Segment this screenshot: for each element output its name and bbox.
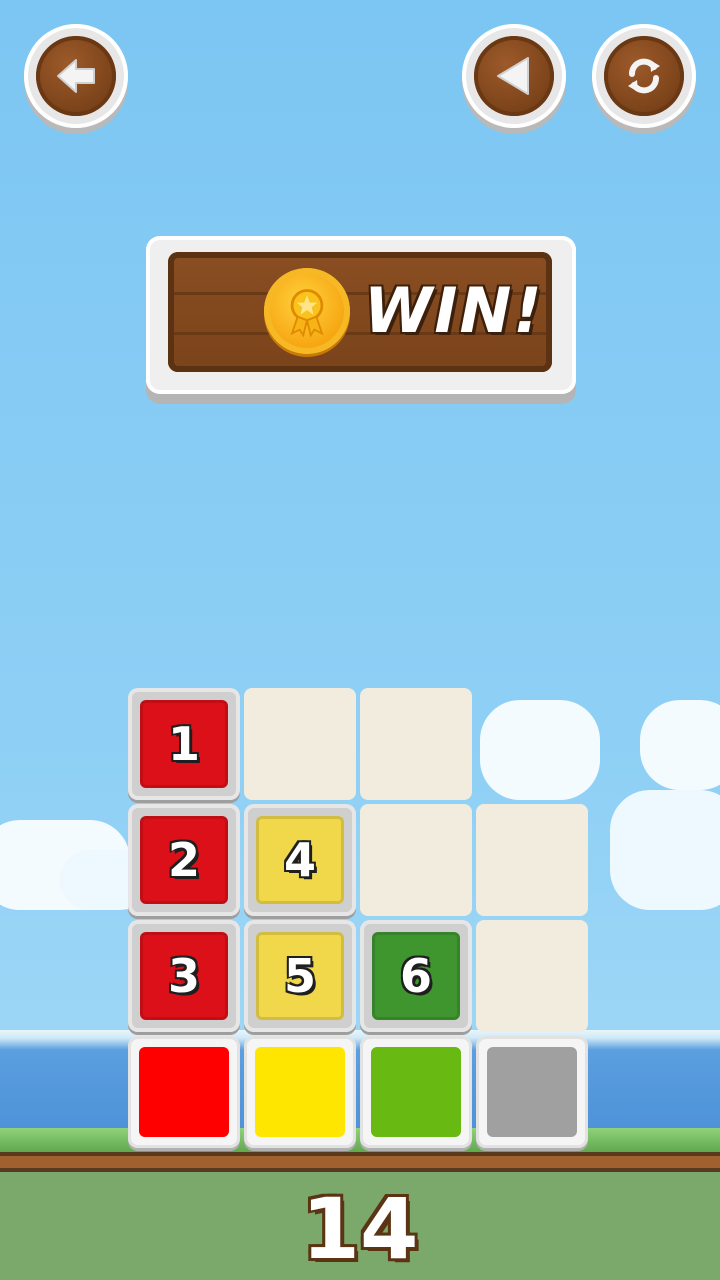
tile-3[interactable]: 3 (128, 920, 240, 1032)
medal-icon (264, 268, 350, 354)
dirt-strip (0, 1152, 720, 1172)
tile-4[interactable]: 4 (244, 804, 356, 916)
tile-number: 6 (399, 949, 432, 1003)
tile-face: 5 (256, 932, 344, 1020)
tile-number: 4 (283, 833, 316, 887)
tile-face: 1 (140, 700, 228, 788)
tile-2[interactable]: 2 (128, 804, 240, 916)
target-green[interactable] (360, 1036, 472, 1148)
target-swatch (371, 1047, 461, 1137)
tile-face: 3 (140, 932, 228, 1020)
back-button-face (36, 36, 116, 116)
tile-number: 3 (167, 949, 200, 1003)
tile-5[interactable]: 5 (244, 920, 356, 1032)
cloud (640, 700, 720, 790)
tile-face: 2 (140, 816, 228, 904)
tile-number: 1 (167, 717, 200, 771)
wooden-board: WIN! (168, 252, 552, 372)
restart-button-face (604, 36, 684, 116)
game-board: 1 2 4 3 5 6 (128, 688, 592, 1152)
empty-cell (360, 688, 472, 800)
tile-1[interactable]: 1 (128, 688, 240, 800)
cloud (610, 790, 720, 910)
tile-face: 6 (372, 932, 460, 1020)
tile-number: 2 (167, 833, 200, 887)
refresh-icon (628, 58, 660, 94)
empty-cell (244, 688, 356, 800)
win-banner: WIN! (146, 236, 576, 394)
empty-cell (360, 804, 472, 916)
move-counter: 14 (301, 1180, 419, 1278)
target-yellow[interactable] (244, 1036, 356, 1148)
empty-cell (476, 804, 588, 916)
target-swatch (139, 1047, 229, 1137)
target-swatch (255, 1047, 345, 1137)
empty-cell (476, 920, 588, 1032)
restart-button[interactable] (592, 24, 696, 128)
target-gray[interactable] (476, 1036, 588, 1148)
arrow-left-icon (57, 59, 95, 93)
tile-number: 5 (283, 949, 316, 1003)
target-swatch (487, 1047, 577, 1137)
ribbon-award-icon (290, 289, 324, 338)
win-label: WIN! (364, 274, 544, 347)
undo-button[interactable] (462, 24, 566, 128)
undo-button-face (474, 36, 554, 116)
tile-face: 4 (256, 816, 344, 904)
target-red[interactable] (128, 1036, 240, 1148)
back-button[interactable] (24, 24, 128, 128)
triangle-left-icon (497, 57, 529, 95)
tile-6[interactable]: 6 (360, 920, 472, 1032)
